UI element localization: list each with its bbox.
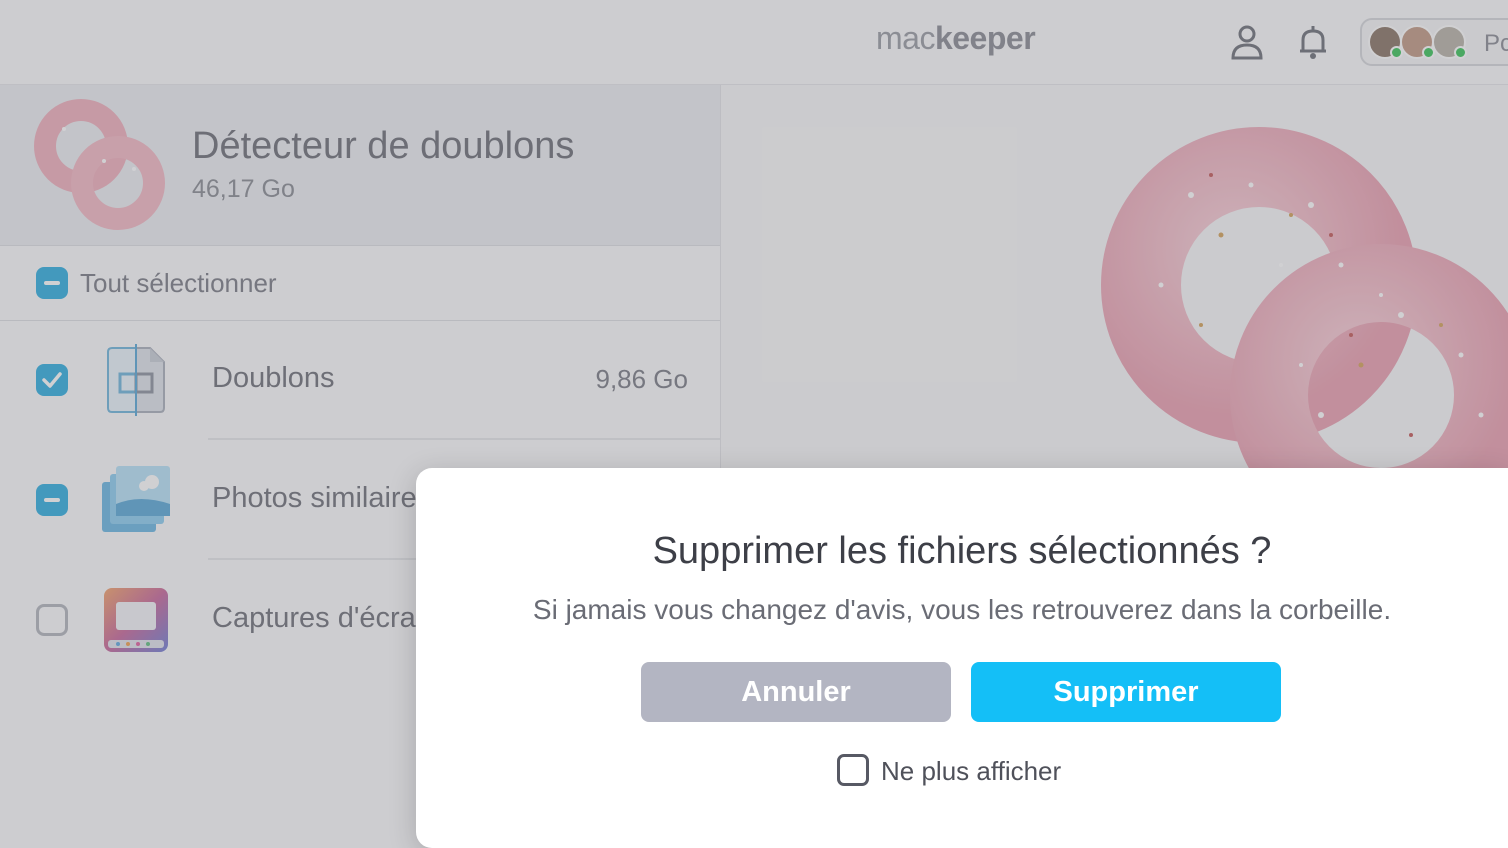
- dont-show-again-label[interactable]: Ne plus afficher: [881, 756, 1061, 787]
- confirm-delete-dialog: Supprimer les fichiers sélectionnés ? Si…: [416, 468, 1508, 848]
- delete-button[interactable]: Supprimer: [971, 662, 1281, 722]
- dialog-title: Supprimer les fichiers sélectionnés ?: [652, 530, 1272, 572]
- cancel-button[interactable]: Annuler: [641, 662, 951, 722]
- dont-show-again-checkbox[interactable]: [837, 754, 869, 786]
- app-window: mackeeper Pc Détecteur de doublons 46,17…: [0, 0, 1508, 848]
- dialog-message: Si jamais vous changez d'avis, vous les …: [532, 594, 1392, 625]
